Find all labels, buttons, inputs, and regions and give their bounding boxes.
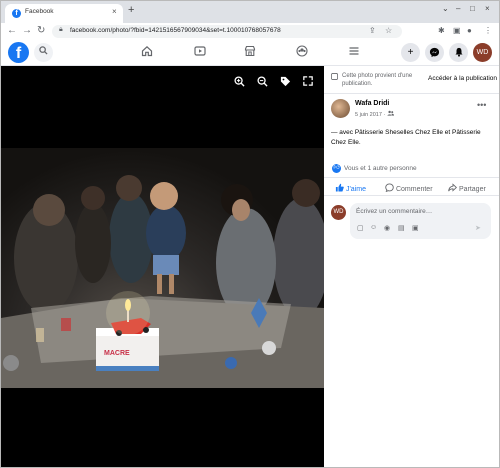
comment-label: Commenter [395, 186, 433, 193]
zoom-out-icon[interactable] [257, 76, 268, 90]
tag-icon[interactable] [280, 76, 291, 90]
watch-video-icon[interactable] [194, 45, 206, 60]
friends-audience-icon [387, 110, 394, 116]
thumbs-up-icon [335, 183, 344, 192]
share-icon [448, 183, 458, 192]
my-avatar[interactable]: WD [331, 205, 346, 220]
profile-icon[interactable]: ● [467, 26, 472, 35]
browser-tab-facebook[interactable]: f Facebook × [5, 4, 123, 23]
share-page-icon[interactable]: ⇪ [369, 26, 376, 35]
home-icon[interactable] [141, 45, 153, 60]
tab-strip: f Facebook × + ⌄ – □ × [1, 1, 499, 23]
comment-input[interactable]: Écrivez un commentaire… [356, 208, 432, 215]
post-info-panel: Cette photo provient d'une publication. … [324, 66, 499, 467]
tab-search-icon[interactable]: ⌄ [442, 4, 449, 13]
author-avatar[interactable] [331, 99, 350, 118]
facebook-favicon-icon: f [12, 9, 21, 18]
share-label: Partager [458, 186, 486, 193]
lock-icon[interactable]: 🔒︎ [59, 26, 63, 34]
like-label: J'aime [345, 186, 366, 193]
send-icon[interactable]: ➤ [475, 224, 481, 232]
minimize-button[interactable]: – [456, 4, 460, 13]
info-icon [331, 73, 338, 80]
browser-toolbar: ← → ↻ 🔒︎ facebook.com/photo/?fbid=142151… [1, 23, 499, 40]
author-name[interactable]: Wafa Dridi [355, 100, 389, 107]
sticker-pack-icon[interactable]: ▣ [412, 224, 419, 232]
notifications-bell-icon[interactable] [449, 43, 468, 62]
account-avatar[interactable]: WD [473, 43, 492, 62]
like-button[interactable]: J'aime [335, 183, 366, 193]
divider [324, 177, 499, 178]
url-text[interactable]: facebook.com/photo/?fbid=142151656790903… [70, 27, 281, 34]
reload-icon[interactable]: ↻ [37, 25, 45, 36]
tab-title: Facebook [25, 8, 54, 15]
photo-viewer: MACRE [1, 66, 324, 467]
gif-icon[interactable]: ▤ [398, 224, 405, 232]
post-date[interactable]: 5 juin 2017 · [355, 110, 394, 118]
share-button[interactable]: Partager [448, 183, 486, 193]
menu-icon[interactable] [348, 45, 360, 60]
search-icon[interactable] [34, 43, 53, 62]
view-post-link[interactable]: Accéder à la publication [428, 75, 497, 82]
bookmark-star-icon[interactable]: ☆ [385, 26, 392, 35]
zoom-in-icon[interactable] [234, 76, 245, 90]
close-window-button[interactable]: × [485, 4, 490, 13]
sticker-icon[interactable]: ▢ [357, 224, 364, 232]
comment-button[interactable]: Commenter [385, 183, 433, 193]
new-tab-button[interactable]: + [128, 4, 134, 16]
groups-icon[interactable] [296, 45, 308, 60]
divider [324, 93, 499, 94]
facebook-logo[interactable]: f [8, 42, 29, 63]
browser-window: f Facebook × + ⌄ – □ × ← → ↻ 🔒︎ facebook… [0, 0, 500, 468]
post-date-text: 5 juin 2017 · [355, 112, 386, 118]
sidepanel-icon[interactable]: ▣ [453, 26, 461, 35]
create-icon[interactable]: + [401, 43, 420, 62]
birthday-photo: MACRE [1, 148, 324, 388]
post-caption: — avec Pâtisserie Sheselles Chez Elle et… [331, 129, 481, 146]
address-bar[interactable]: 🔒︎ facebook.com/photo/?fbid=142151656790… [52, 25, 402, 38]
fullscreen-icon[interactable] [303, 76, 313, 89]
forward-icon[interactable]: → [22, 25, 32, 36]
back-icon[interactable]: ← [7, 25, 17, 36]
messenger-icon[interactable] [425, 43, 444, 62]
marketplace-icon[interactable] [244, 45, 256, 60]
emoji-icon[interactable]: ☺ [370, 224, 377, 231]
reactions-count[interactable]: Vous et 1 autre personne [344, 165, 417, 172]
more-options-icon[interactable]: ••• [477, 100, 486, 110]
cake-text: MACRE [104, 350, 130, 357]
maximize-button[interactable]: □ [470, 4, 475, 13]
comment-icon [385, 183, 394, 193]
comment-box[interactable]: Écrivez un commentaire… ▢ ☺ ◉ ▤ ▣ ➤ [350, 203, 491, 239]
tab-close-icon[interactable]: × [112, 7, 117, 16]
chrome-menu-icon[interactable]: ⋮ [484, 26, 492, 35]
extensions-icon[interactable]: ✱ [438, 26, 445, 35]
camera-icon[interactable]: ◉ [384, 224, 390, 232]
divider [324, 195, 499, 196]
album-note: Cette photo provient d'une publication. [342, 73, 413, 87]
like-reaction-icon: 👍︎ [332, 164, 341, 173]
facebook-header: f + WD [1, 40, 499, 66]
